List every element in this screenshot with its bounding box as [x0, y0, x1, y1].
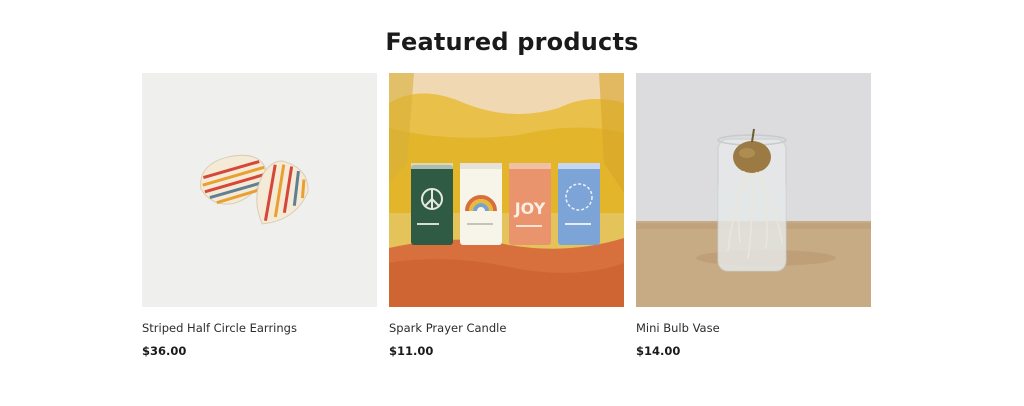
product-title[interactable]: Mini Bulb Vase	[636, 321, 871, 335]
vase-photo	[636, 73, 871, 307]
section-heading: Featured products	[385, 28, 639, 56]
product-image-candle[interactable]: JOY	[389, 73, 624, 307]
product-grid: Striped Half Circle Earrings $36.00 JOY …	[142, 73, 871, 373]
featured-products-section: Featured products Striped Half Circle Ea…	[0, 0, 1024, 406]
product-price: $11.00	[389, 344, 434, 358]
product-title[interactable]: Striped Half Circle Earrings	[142, 321, 377, 335]
product-image-vase[interactable]	[636, 73, 871, 307]
product-image-earrings[interactable]	[142, 73, 377, 307]
product-title[interactable]: Spark Prayer Candle	[389, 321, 624, 335]
product-price: $36.00	[142, 344, 187, 358]
earrings-photo	[142, 73, 377, 307]
product-price: $14.00	[636, 344, 681, 358]
product-card-vase[interactable]: Mini Bulb Vase $14.00	[636, 73, 871, 373]
product-card-earrings[interactable]: Striped Half Circle Earrings $36.00	[142, 73, 377, 373]
candles-photo: JOY	[389, 73, 624, 307]
product-card-candle[interactable]: JOY Spark Prayer Candle $11.00	[389, 73, 624, 373]
candle-label-joy: JOY	[514, 199, 546, 218]
